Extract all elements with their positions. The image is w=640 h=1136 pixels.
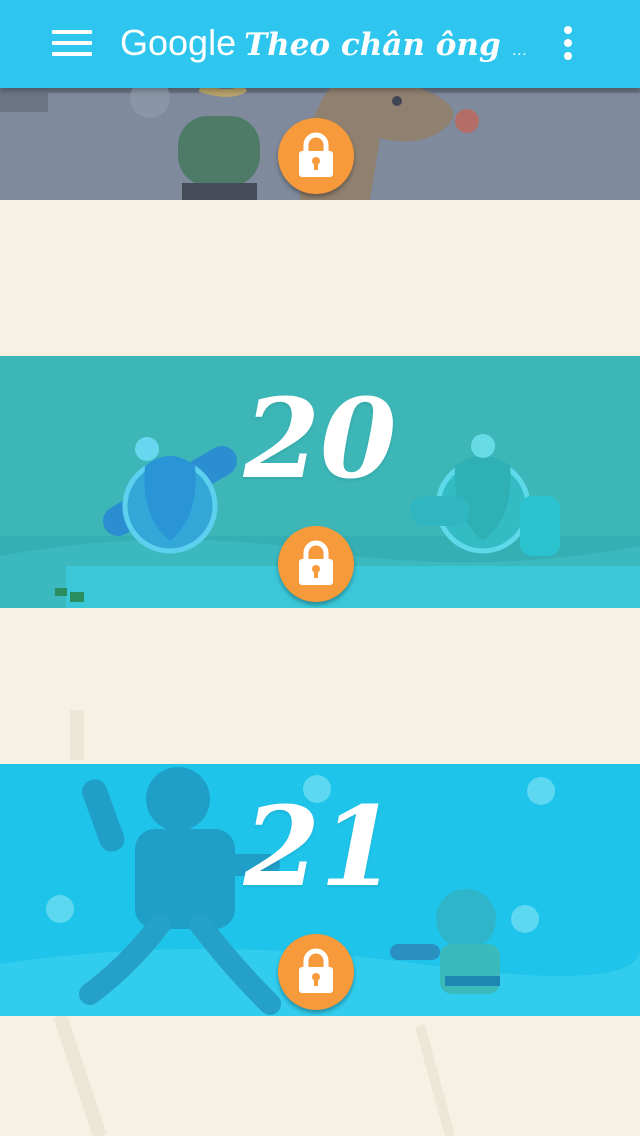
more-vertical-icon[interactable] (560, 26, 576, 62)
lock-button[interactable] (278, 526, 354, 602)
hamburger-menu-icon[interactable] (52, 30, 92, 58)
day-card-21[interactable]: 21 (0, 764, 640, 1016)
lock-button[interactable] (278, 118, 354, 194)
background-decoration (70, 710, 84, 760)
day-number: 20 (243, 374, 397, 503)
day-number: 21 (243, 782, 397, 911)
background-decoration (53, 1016, 455, 1136)
day-card-locked[interactable] (0, 88, 640, 200)
lock-button[interactable] (278, 934, 354, 1010)
padlock-icon (299, 132, 333, 177)
padlock-icon (299, 540, 333, 585)
padlock-icon (299, 948, 333, 993)
brand-label: Google (120, 22, 237, 63)
app-subtitle: Theo chân ông gi... (244, 27, 530, 63)
app-bar: GoogleTheo chân ông gi... (0, 0, 640, 88)
day-card-20[interactable]: 20 (0, 356, 640, 608)
app-title: GoogleTheo chân ông gi... (120, 22, 530, 66)
